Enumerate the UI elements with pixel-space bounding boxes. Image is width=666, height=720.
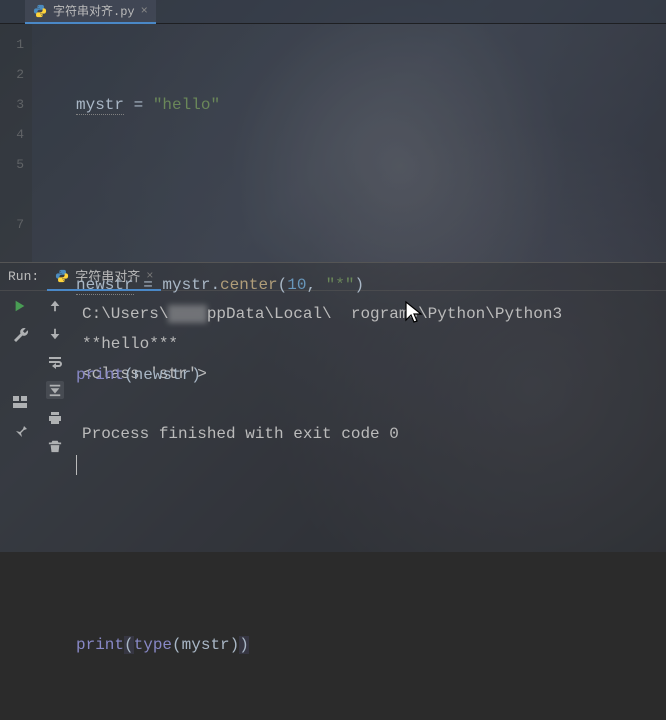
code-token: newstr xyxy=(76,276,134,295)
code-token: ) xyxy=(239,636,249,654)
code-token: ) xyxy=(191,366,201,384)
trash-icon[interactable] xyxy=(46,437,64,455)
code-token: . xyxy=(210,276,220,294)
code-editor[interactable]: 1 2 3 4 5 7 mystr = "hello" newstr = mys… xyxy=(0,24,666,262)
code-token: ) xyxy=(354,276,364,294)
rerun-icon[interactable] xyxy=(11,297,29,315)
line-number xyxy=(0,180,32,210)
up-arrow-icon[interactable] xyxy=(46,297,64,315)
code-token: "*" xyxy=(326,276,355,294)
editor-tab[interactable]: 字符串对齐.py × xyxy=(25,0,156,24)
python-file-icon xyxy=(33,4,47,18)
python-file-icon xyxy=(55,269,69,283)
code-token: = xyxy=(134,276,163,294)
code-token: = xyxy=(124,96,153,114)
editor-tab-filename: 字符串对齐.py xyxy=(53,2,135,19)
text-caret xyxy=(76,455,77,475)
scroll-to-end-icon[interactable] xyxy=(46,381,64,399)
code-token: mystr xyxy=(162,276,210,294)
line-number: 3 xyxy=(0,90,32,120)
code-token: ( xyxy=(172,636,182,654)
code-token: "hello" xyxy=(153,96,220,114)
down-arrow-icon[interactable] xyxy=(46,325,64,343)
line-gutter: 1 2 3 4 5 7 xyxy=(0,24,32,262)
code-token: print xyxy=(76,366,124,384)
code-area[interactable]: mystr = "hello" newstr = mystr.center(10… xyxy=(32,24,666,262)
close-tab-icon[interactable]: × xyxy=(141,4,148,18)
run-label: Run: xyxy=(8,269,39,284)
code-token: print xyxy=(76,636,124,654)
code-token: mystr xyxy=(76,96,124,115)
line-number: 7 xyxy=(0,210,32,240)
line-number: 4 xyxy=(0,120,32,150)
run-console-toolbar xyxy=(40,291,70,552)
code-token: 10 xyxy=(287,276,306,294)
code-token: mystr xyxy=(182,636,230,654)
code-token: ( xyxy=(278,276,288,294)
line-number: 5 xyxy=(0,150,32,180)
layout-icon[interactable] xyxy=(11,393,29,411)
code-token: ( xyxy=(124,636,134,654)
editor-tab-bar: 字符串对齐.py × xyxy=(0,0,666,24)
code-token: ( xyxy=(124,366,134,384)
line-number: 1 xyxy=(0,30,32,60)
code-token: , xyxy=(306,276,325,294)
run-side-toolbar xyxy=(0,291,40,552)
soft-wrap-icon[interactable] xyxy=(46,353,64,371)
print-icon[interactable] xyxy=(46,409,64,427)
wrench-icon[interactable] xyxy=(11,325,29,343)
code-token: type xyxy=(134,636,172,654)
code-token: newstr xyxy=(134,366,192,384)
pin-icon[interactable] xyxy=(11,421,29,439)
code-token: center xyxy=(220,276,278,294)
line-number: 2 xyxy=(0,60,32,90)
code-token: ) xyxy=(230,636,240,654)
